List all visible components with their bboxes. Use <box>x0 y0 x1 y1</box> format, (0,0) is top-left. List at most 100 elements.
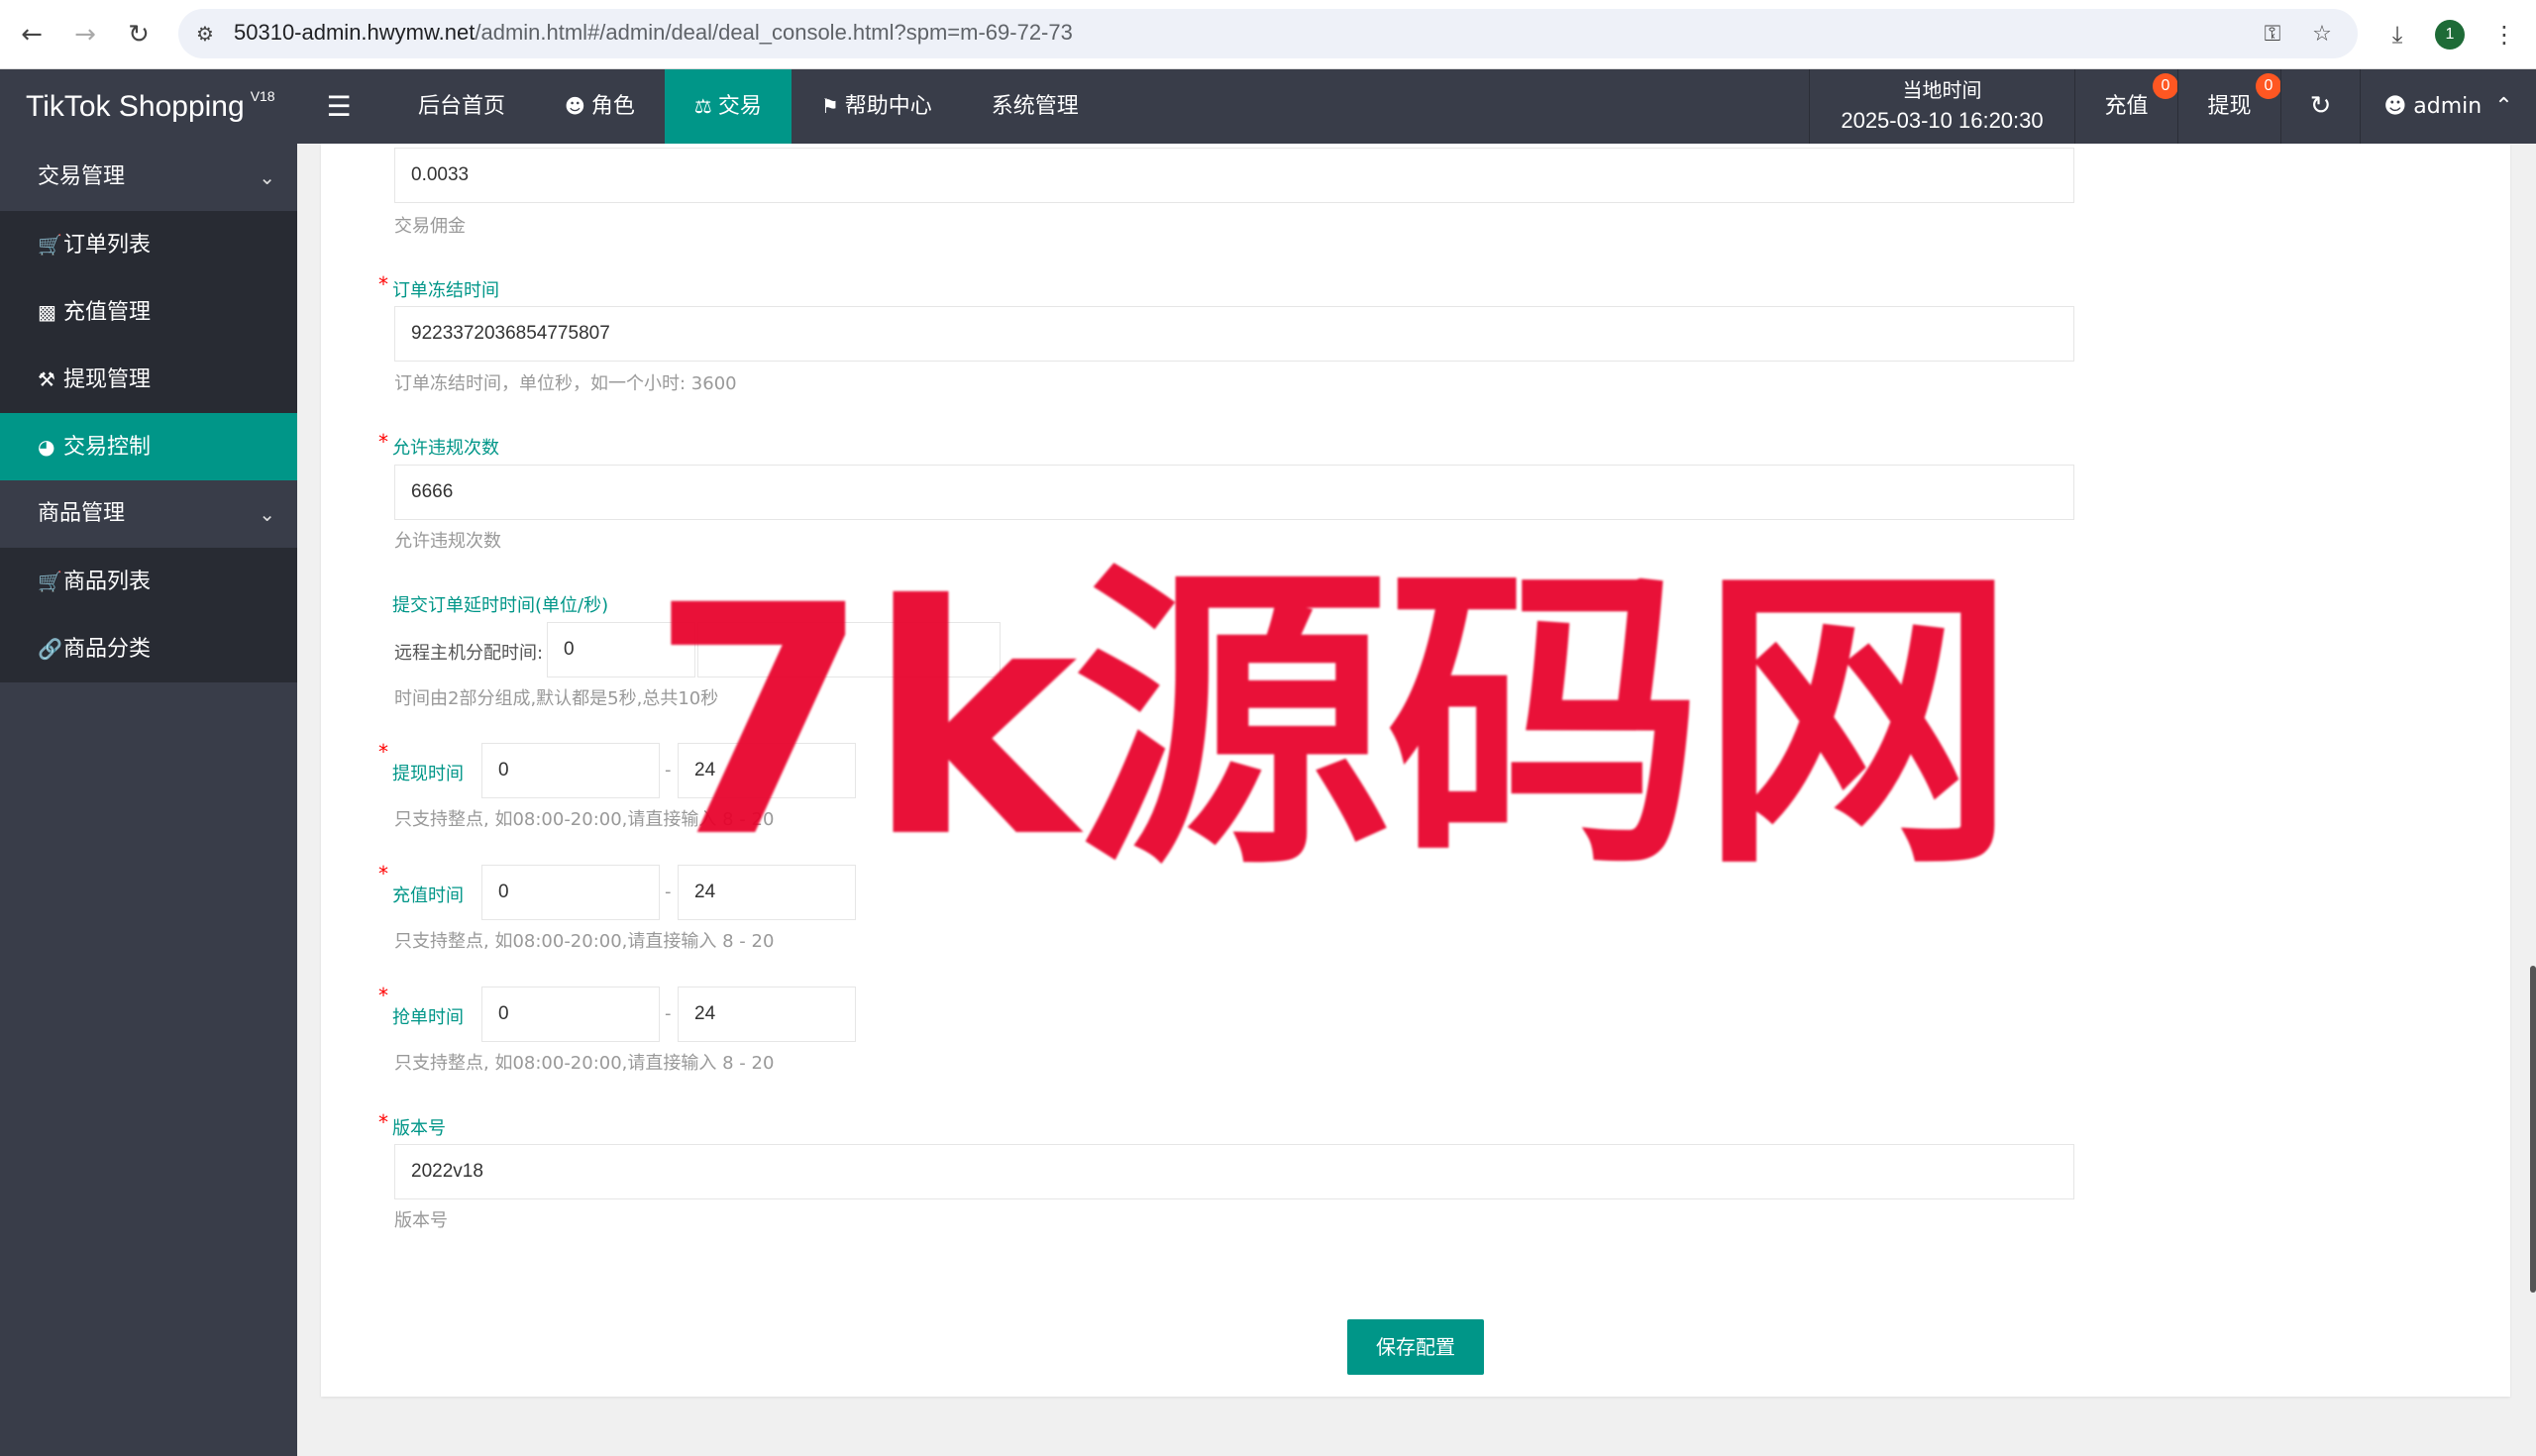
sidebar-item-label: 商品列表 <box>63 570 152 594</box>
url-path: /admin.html#/admin/deal/deal_console.htm… <box>475 20 1073 45</box>
sidebar-submenu-trade: 🛒订单列表 ▩ 充值管理 ⚒ 提现管理 ◕ 交易控制 <box>0 211 297 480</box>
password-key-icon[interactable]: ⚿ <box>2259 21 2286 49</box>
user-icon: ☻ <box>565 94 585 118</box>
grab-time-from[interactable]: 0 <box>481 987 660 1042</box>
recharge-time-label: 充值时间 <box>392 885 464 906</box>
withdraw-time-field: * 提现时间 <box>378 740 464 785</box>
profile-avatar[interactable]: 1 <box>2435 20 2465 50</box>
recharge-time-help: 只支持整点, 如08:00-20:00,请直接输入 8 - 20 <box>394 931 775 952</box>
browser-toolbar: ← → ↻ ⚙ 50310-admin.hwymw.net/admin.html… <box>0 0 2536 69</box>
cart-icon: 🛒 <box>38 233 62 257</box>
recharge-link[interactable]: 充值 0 <box>2074 69 2178 144</box>
commission-input[interactable]: 0.0033 <box>394 148 2074 203</box>
required-mark: * <box>378 272 388 296</box>
freeze-label: 订单冻结时间 <box>392 280 499 301</box>
sidebar-group-trade[interactable]: 交易管理 ⌄ <box>0 144 297 211</box>
hammer-icon: ⚒ <box>38 367 55 391</box>
recharge-badge: 0 <box>2153 73 2178 99</box>
recharge-time-field: * 充值时间 <box>378 862 464 907</box>
sidebar-group-label: 交易管理 <box>38 164 126 189</box>
required-mark: * <box>378 862 388 885</box>
sidebar-item-label: 商品分类 <box>63 637 152 662</box>
sidebar-item-trade-control[interactable]: ◕ 交易控制 <box>0 413 297 480</box>
local-time-value: 2025-03-10 16:20:30 <box>1841 108 2044 133</box>
flag-icon: ⚑ <box>820 94 839 118</box>
url-text[interactable]: 50310-admin.hwymw.net/admin.html#/admin/… <box>234 20 1073 46</box>
site-info-icon[interactable]: ⚙ <box>192 21 218 47</box>
page-scrollbar[interactable] <box>2530 966 2536 1293</box>
delay-field: 提交订单延时时间(单位/秒) <box>392 591 608 617</box>
required-mark: * <box>378 984 388 1007</box>
version-label: 版本号 <box>392 1118 446 1139</box>
sidebar-item-goods-list[interactable]: 🛒商品列表 <box>0 548 297 615</box>
download-icon[interactable]: ⤓ <box>2379 17 2415 52</box>
sidebar-item-label: 提现管理 <box>63 367 152 392</box>
version-field: * 版本号 <box>378 1110 446 1140</box>
remote-delay-label: 远程主机分配时间: <box>394 643 544 664</box>
scale-icon: ⚖ <box>693 94 712 118</box>
user-icon: ☻ <box>2383 94 2407 119</box>
sidebar-item-orders[interactable]: 🛒订单列表 <box>0 211 297 278</box>
violations-field: * 允许违规次数 <box>378 430 499 460</box>
withdraw-link[interactable]: 提现 0 <box>2177 69 2281 144</box>
sidebar-group-goods[interactable]: 商品管理 ⌄ <box>0 480 297 548</box>
local-time-label: 当地时间 <box>1902 78 1982 102</box>
chat-icon: ▩ <box>38 300 56 324</box>
grab-time-field: * 抢单时间 <box>378 984 464 1029</box>
nav-trade[interactable]: ⚖ 交易 <box>664 69 792 144</box>
menu-toggle-icon[interactable]: ☰ <box>317 69 361 144</box>
link-icon: 🔗 <box>38 637 62 661</box>
nav-system[interactable]: 系统管理 <box>962 69 1109 144</box>
sidebar-item-label: 交易控制 <box>63 435 152 460</box>
withdraw-time-from[interactable]: 0 <box>481 743 660 798</box>
back-icon[interactable]: ← <box>14 17 50 52</box>
version-input[interactable]: 2022v18 <box>394 1144 2074 1199</box>
save-config-button[interactable]: 保存配置 <box>1347 1319 1484 1375</box>
address-bar[interactable]: ⚙ 50310-admin.hwymw.net/admin.html#/admi… <box>178 9 2358 58</box>
nav-trade-label: 交易 <box>717 94 762 119</box>
withdraw-badge: 0 <box>2256 73 2281 99</box>
cart-icon: 🛒 <box>38 570 62 593</box>
chevron-down-icon: ⌄ <box>259 165 275 189</box>
grab-time-to[interactable]: 24 <box>678 987 856 1042</box>
user-name: admin <box>2413 94 2483 119</box>
required-mark: * <box>378 740 388 764</box>
freeze-field: * 订单冻结时间 <box>378 272 499 302</box>
chevron-up-icon: ⌃ <box>2494 94 2513 119</box>
sidebar-group-label: 商品管理 <box>38 501 126 526</box>
nav-role[interactable]: ☻ 角色 <box>535 69 665 144</box>
version-help: 版本号 <box>394 1210 448 1231</box>
reload-icon[interactable]: ↻ <box>121 17 157 52</box>
nav-system-label: 系统管理 <box>991 94 1079 119</box>
nav-help[interactable]: ⚑ 帮助中心 <box>792 69 962 144</box>
sidebar: 交易管理 ⌄ 🛒订单列表 ▩ 充值管理 ⚒ 提现管理 ◕ 交易控制 商品管理 ⌄ 🛒商… <box>0 144 297 1456</box>
recharge-time-from[interactable]: 0 <box>481 865 660 920</box>
required-mark: * <box>378 1110 388 1134</box>
recharge-label: 充值 <box>2104 94 2149 119</box>
sidebar-item-withdraw[interactable]: ⚒ 提现管理 <box>0 346 297 413</box>
refresh-icon[interactable]: ↻ <box>2280 69 2360 144</box>
app-logo[interactable]: TikTok Shopping V18 <box>0 69 297 144</box>
sidebar-submenu-goods: 🛒商品列表 🔗商品分类 <box>0 548 297 682</box>
user-menu[interactable]: ☻ admin ⌃ <box>2360 69 2536 144</box>
nav-help-label: 帮助中心 <box>844 94 932 119</box>
bookmark-star-icon[interactable]: ☆ <box>2308 21 2336 49</box>
more-menu-icon[interactable]: ⋮ <box>2486 17 2522 52</box>
grab-time-label: 抢单时间 <box>392 1007 464 1028</box>
withdraw-label: 提现 <box>2207 94 2252 119</box>
sidebar-item-label: 充值管理 <box>63 300 152 325</box>
forward-icon[interactable]: → <box>67 17 103 52</box>
required-mark: * <box>378 430 388 454</box>
app-header: TikTok Shopping V18 ☰ 后台首页 ☻ 角色 ⚖ 交易 ⚑ 帮助中心 … <box>0 69 2536 144</box>
grab-time-help: 只支持整点, 如08:00-20:00,请直接输入 8 - 20 <box>394 1053 775 1074</box>
dashboard-icon: ◕ <box>38 435 55 459</box>
nav-home[interactable]: 后台首页 <box>388 69 535 144</box>
logo-text: TikTok Shopping <box>26 90 245 123</box>
sidebar-item-label: 订单列表 <box>63 233 152 258</box>
top-nav: 后台首页 ☻ 角色 ⚖ 交易 ⚑ 帮助中心 系统管理 <box>388 69 1109 144</box>
freeze-input[interactable]: 9223372036854775807 <box>394 306 2074 362</box>
sidebar-item-goods-category[interactable]: 🔗商品分类 <box>0 615 297 682</box>
violations-help: 允许违规次数 <box>394 531 501 552</box>
violations-input[interactable]: 6666 <box>394 465 2074 520</box>
sidebar-item-recharge[interactable]: ▩ 充值管理 <box>0 278 297 346</box>
